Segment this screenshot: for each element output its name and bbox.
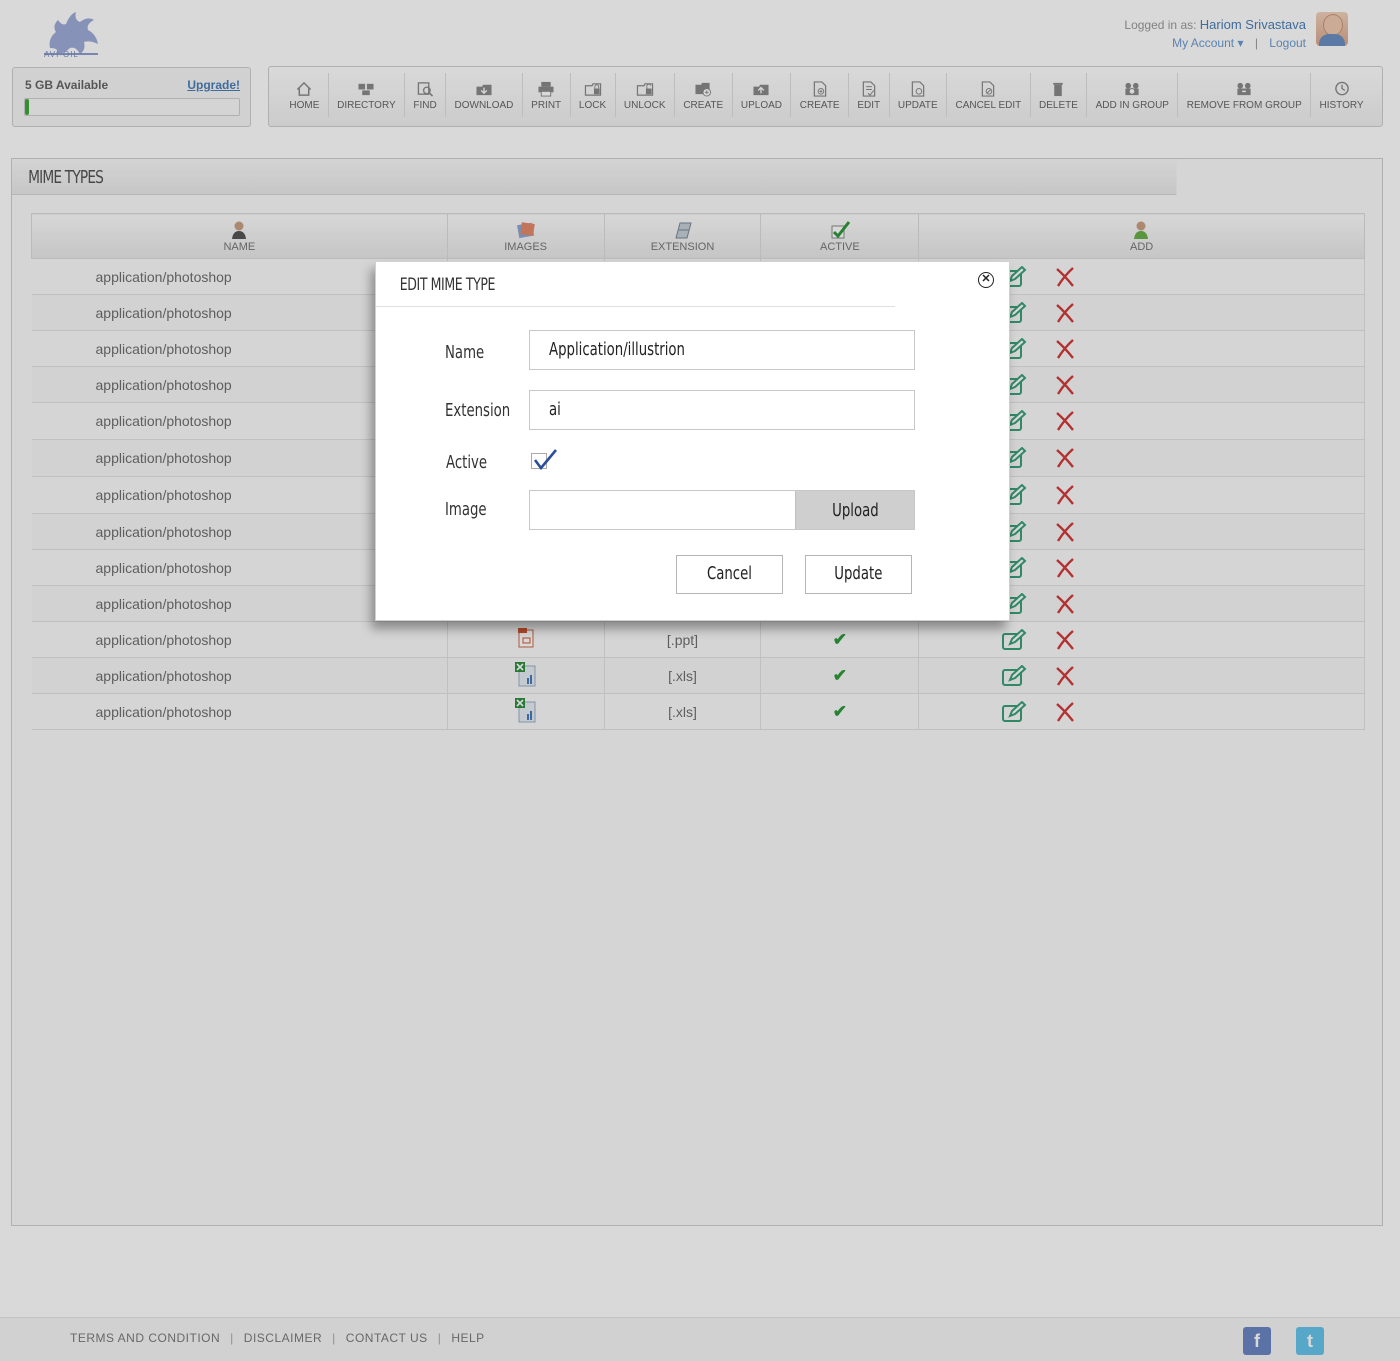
upload-button[interactable]: Upload (795, 491, 914, 529)
edit-mime-type-dialog: EDIT MIME TYPE ✕ Name Application/illust… (375, 261, 1010, 621)
checkmark-icon (533, 449, 557, 471)
update-button[interactable]: Update (805, 555, 912, 594)
name-field[interactable]: Application/illustrion (529, 330, 915, 370)
image-file-input[interactable]: Upload (529, 490, 915, 530)
close-icon[interactable]: ✕ (978, 272, 994, 288)
page: AVI-OIL Logged in as: Hariom Srivastava … (0, 0, 1400, 1361)
extension-field[interactable]: ai (529, 390, 915, 430)
active-label: Active (446, 452, 488, 473)
cancel-button[interactable]: Cancel (676, 555, 783, 594)
name-label: Name (445, 342, 485, 363)
extension-label: Extension (445, 400, 511, 421)
dialog-title: EDIT MIME TYPE (376, 262, 896, 307)
image-label: Image (445, 499, 487, 520)
modal-backdrop[interactable] (0, 0, 1400, 1361)
